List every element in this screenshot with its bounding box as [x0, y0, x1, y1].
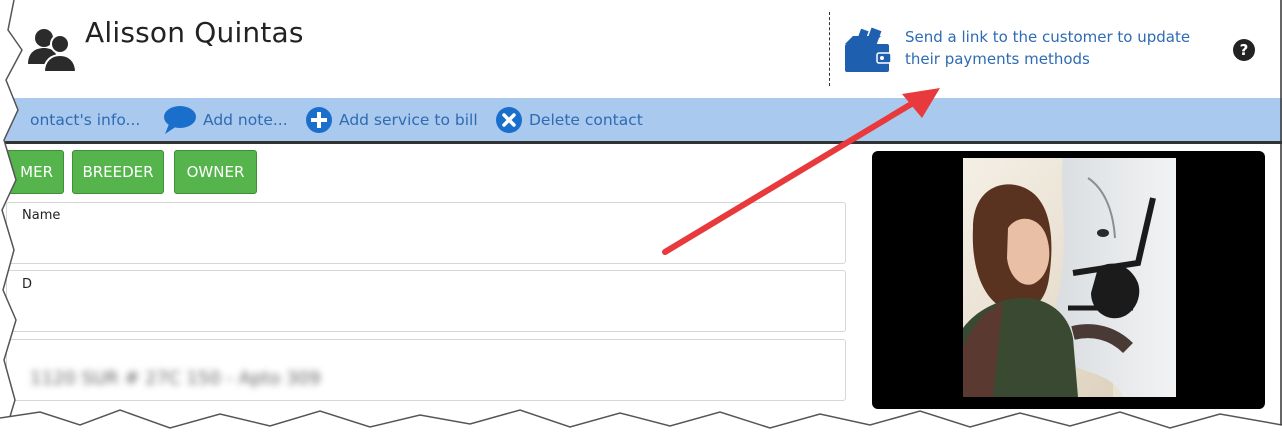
tag-owner[interactable]: OWNER: [174, 150, 257, 194]
add-note-label: Add note...: [203, 110, 288, 129]
contact-toolbar: ontact's info... Add note... Add service…: [0, 98, 1282, 144]
payment-methods-link[interactable]: Send a link to the customer to update th…: [905, 26, 1195, 70]
tag-breeder[interactable]: BREEDER: [72, 150, 164, 194]
add-note-button[interactable]: Add note...: [163, 98, 288, 141]
wallet-icon[interactable]: [843, 26, 893, 74]
header-divider: [829, 12, 830, 86]
tag-farmer[interactable]: MER: [0, 150, 64, 194]
contact-photo[interactable]: [963, 158, 1176, 397]
contact-name-title: Alisson Quintas: [85, 16, 304, 49]
id-field-label: D: [22, 277, 33, 292]
id-field[interactable]: [6, 270, 846, 332]
plus-circle-icon: [305, 106, 333, 134]
speech-bubble-icon: [163, 105, 197, 135]
edit-contact-info-label: ontact's info...: [30, 110, 141, 129]
add-service-to-bill-button[interactable]: Add service to bill: [305, 98, 478, 141]
help-icon[interactable]: ?: [1232, 38, 1256, 62]
delete-contact-label: Delete contact: [529, 110, 643, 129]
name-field[interactable]: [6, 202, 846, 264]
delete-contact-button[interactable]: Delete contact: [495, 98, 643, 141]
add-service-label: Add service to bill: [339, 110, 478, 129]
contacts-icon: [28, 29, 78, 73]
contact-page: Alisson Quintas Send a link to the custo…: [0, 0, 1282, 447]
name-field-label: Name: [22, 208, 61, 223]
edit-contact-info-button[interactable]: ontact's info...: [30, 98, 140, 141]
svg-text:?: ?: [1240, 41, 1249, 59]
close-circle-icon: [495, 106, 523, 134]
address-value-blurred: 1120 SUR # 27C 150 - Apto 309: [30, 368, 321, 389]
